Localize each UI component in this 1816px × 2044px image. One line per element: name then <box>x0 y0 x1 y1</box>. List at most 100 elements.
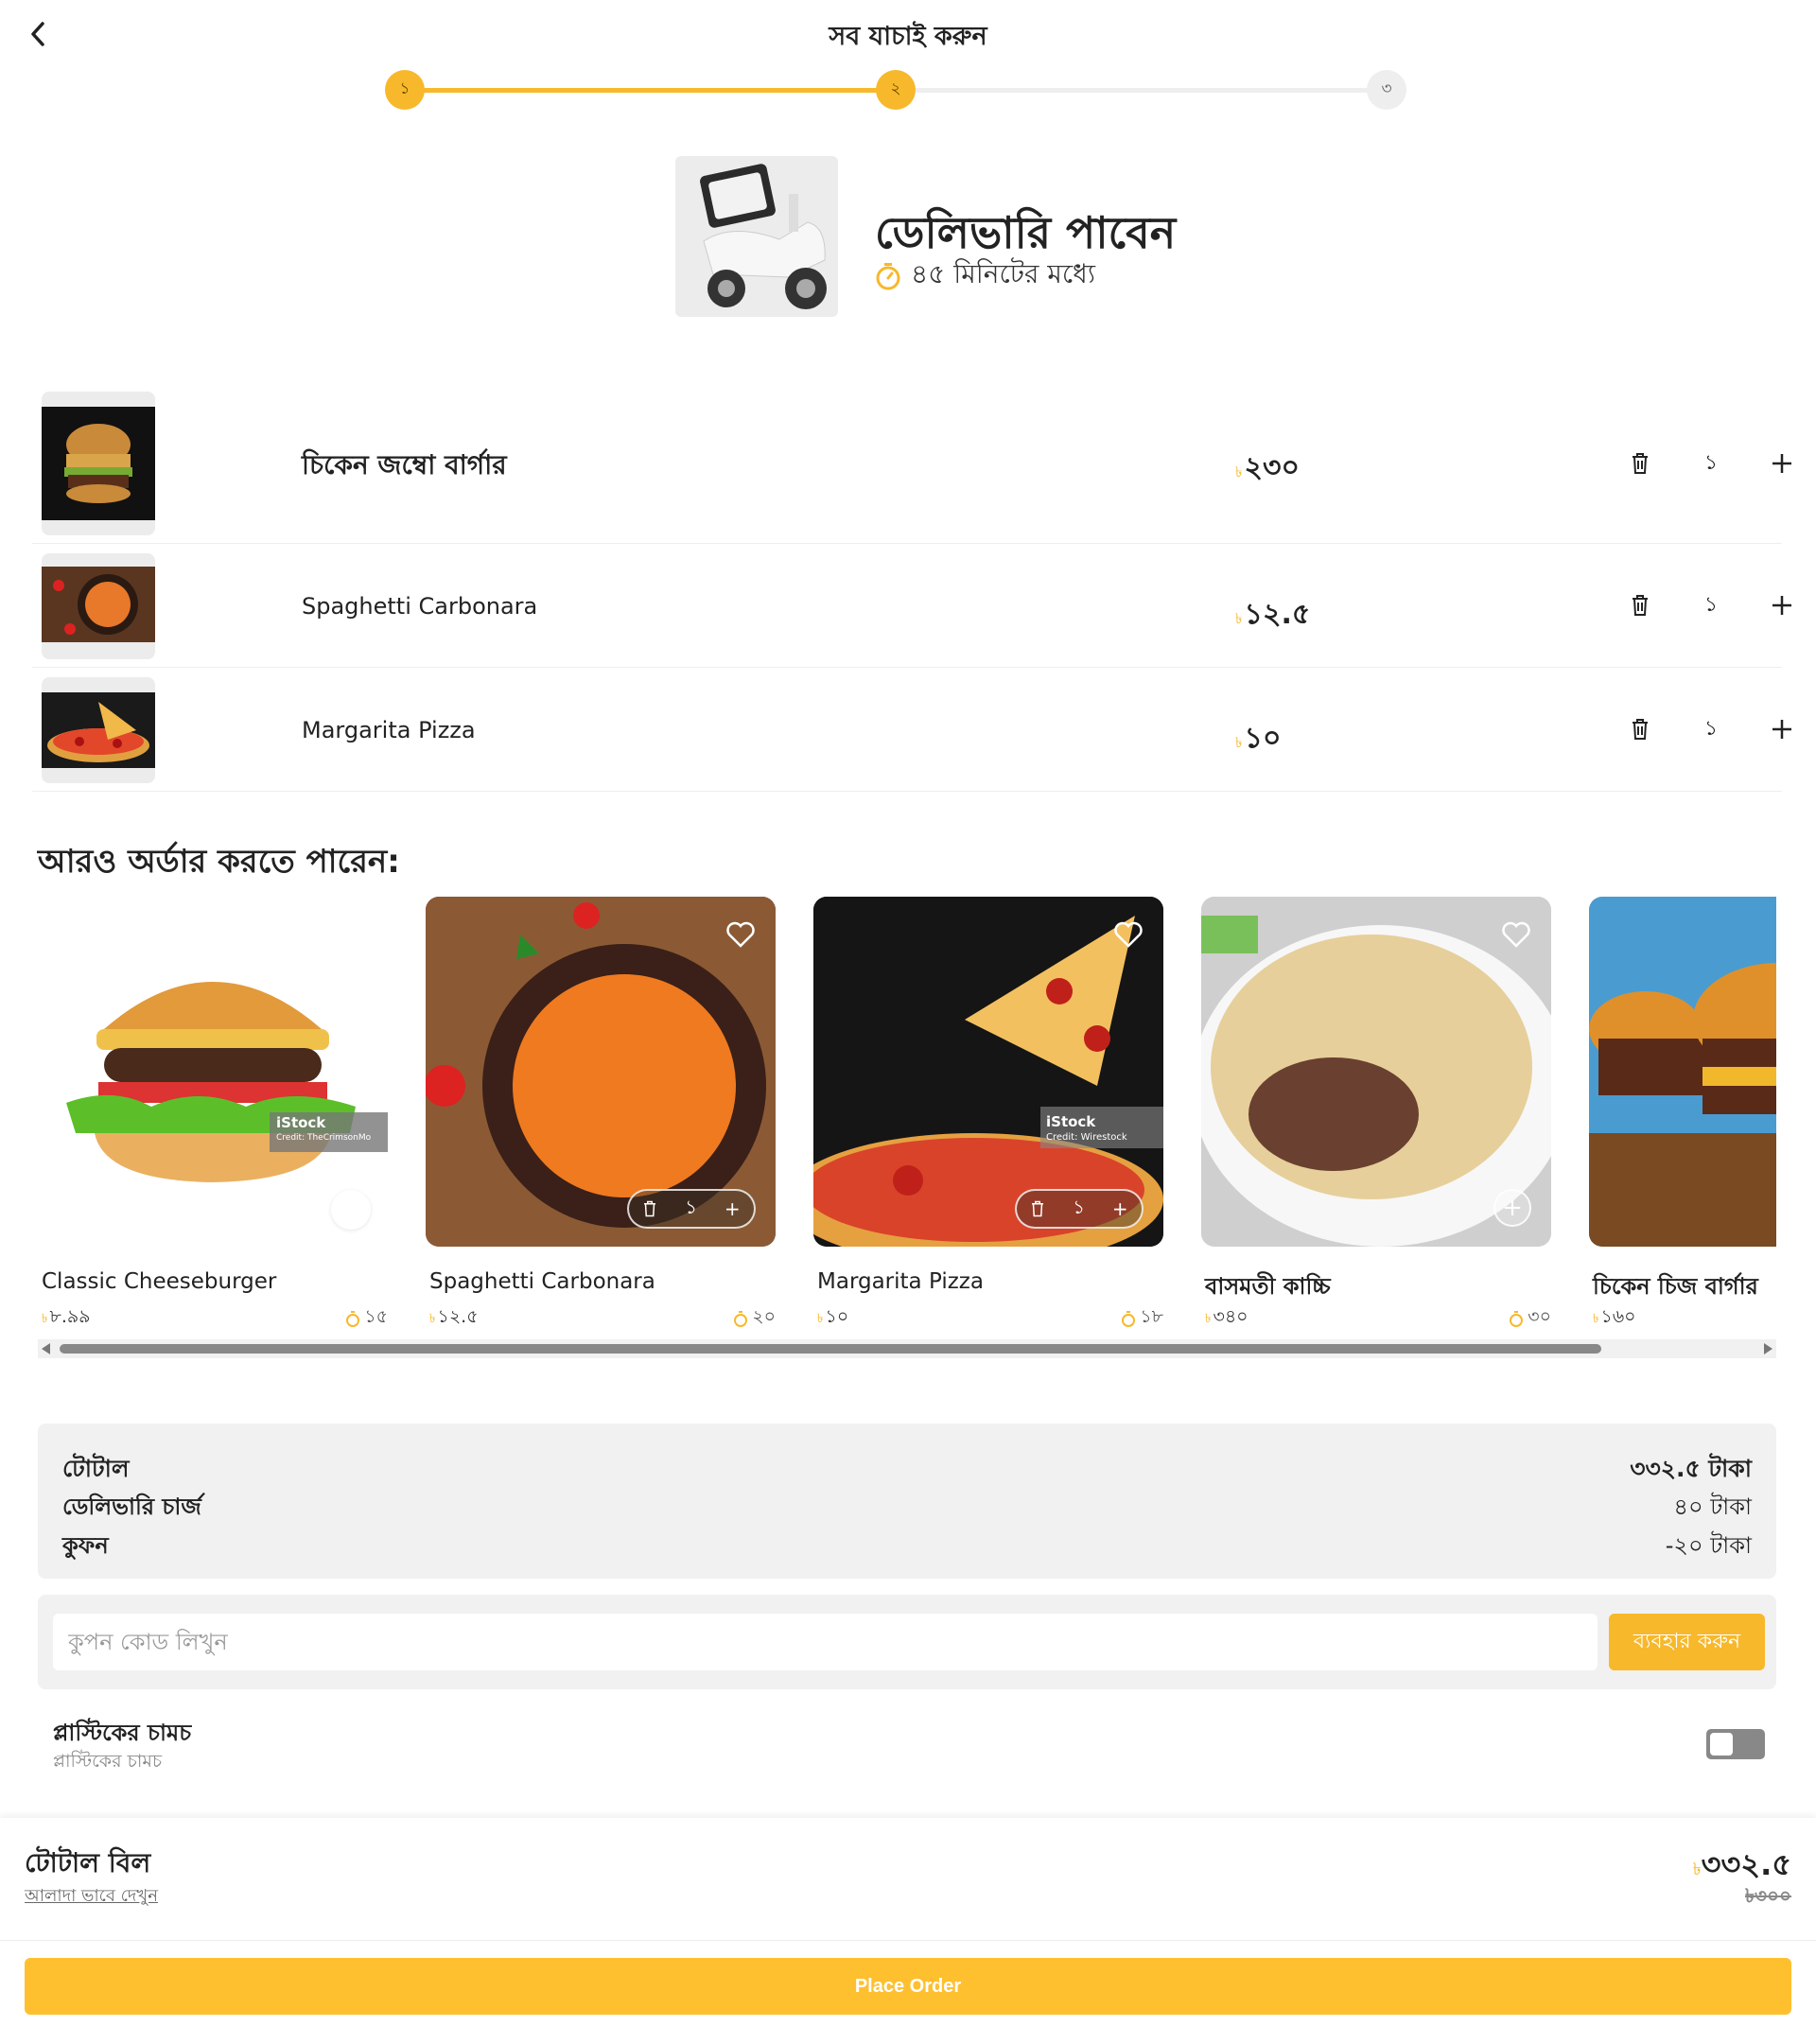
suggestion-name: বাসমতী কাচ্চি <box>1205 1273 1331 1300</box>
suggestion-price: ৳ ১০ <box>817 1303 848 1334</box>
suggestion-time: ২০ <box>733 1303 776 1334</box>
suggestion-time-value: ২০ <box>752 1306 776 1327</box>
place-order-button[interactable]: Place Order <box>25 1958 1791 2015</box>
quantity-value: ১ <box>1703 716 1719 741</box>
suggestion-image: iStock Credit: TheCrimsonMo <box>38 897 388 1247</box>
view-breakdown-link[interactable]: আলাদা ভাবে দেখুন <box>25 1882 158 1912</box>
heart-icon[interactable] <box>726 921 755 948</box>
suggestion-price-value: ৮.৯৯ <box>49 1306 91 1327</box>
suggestion-price-value: ১০ <box>825 1306 849 1327</box>
currency-symbol: ৳ <box>1205 1312 1212 1326</box>
original-price: ৳৩০০ <box>1745 1884 1791 1907</box>
step-3: ৩ <box>1367 70 1406 110</box>
stopwatch-icon <box>346 1310 360 1327</box>
quantity-value: ১ <box>1703 592 1719 617</box>
suggestion-name: Spaghetti Carbonara <box>429 1269 655 1294</box>
increase-button[interactable] <box>1763 586 1801 624</box>
suggestion-time-value: ১৫ <box>364 1306 388 1327</box>
summary-coupon-label: কুফন <box>62 1532 109 1559</box>
trash-icon <box>1633 719 1648 740</box>
heart-icon[interactable] <box>1114 921 1143 948</box>
summary-delivery-value: ৪০ টাকা <box>1673 1494 1752 1520</box>
step-1: ১ <box>385 70 425 110</box>
quantity-stepper: ১ <box>1621 710 1801 748</box>
currency-symbol: ৳ <box>1692 1860 1702 1879</box>
step-2: ২ <box>876 70 916 110</box>
stopwatch-icon <box>1510 1310 1524 1327</box>
suggestion-price-value: ১২.৫ <box>437 1306 479 1327</box>
plus-icon[interactable]: + <box>725 1197 741 1220</box>
scroll-left-icon[interactable] <box>42 1343 51 1354</box>
suggestion-price: ৳ ১৬০ <box>1593 1303 1636 1334</box>
suggestion-price: ৳ ৩৪০ <box>1205 1303 1248 1334</box>
trash-icon <box>1633 453 1648 474</box>
suggestion-time: ১৫ <box>345 1303 388 1334</box>
step-line-pending <box>896 88 1388 93</box>
quantity-value: ১ <box>685 1195 698 1218</box>
stopwatch-icon <box>876 262 900 289</box>
increase-button[interactable] <box>1763 710 1801 748</box>
plus-icon[interactable]: + <box>1112 1197 1128 1220</box>
scroll-right-icon[interactable] <box>1763 1343 1772 1354</box>
total-bill-value: ৩৩২.৫ <box>1701 1846 1791 1882</box>
increase-button[interactable] <box>1763 445 1801 482</box>
delivery-time: ৪৫ মিনিটের মধ্যে <box>875 253 1095 298</box>
spoon-toggle[interactable] <box>1706 1729 1765 1759</box>
suggestion-image <box>1589 897 1776 1247</box>
currency-symbol: ৳ <box>1593 1312 1599 1326</box>
suggestion-price-value: ১৬০ <box>1600 1306 1636 1327</box>
summary-total-value: ৩৩২.৫ টাকা <box>1630 1455 1752 1482</box>
stopwatch-icon <box>1122 1310 1136 1327</box>
add-button[interactable] <box>331 1190 371 1230</box>
apply-coupon-button[interactable]: ব্যবহার করুন <box>1609 1614 1765 1670</box>
cart-item-price-value: ২৩০ <box>1244 451 1301 484</box>
heart-icon[interactable] <box>1502 921 1530 948</box>
suggestion-price: ৳ ১২.৫ <box>429 1303 479 1334</box>
delete-button[interactable] <box>1621 586 1659 624</box>
stopwatch-icon <box>734 1310 748 1327</box>
suggestion-name: Classic Cheeseburger <box>42 1269 277 1294</box>
currency-symbol: ৳ <box>1235 734 1243 751</box>
trash-icon[interactable] <box>642 1200 657 1217</box>
cart-item: Spaghetti Carbonara ৳১২.৫ ১ <box>32 544 1791 668</box>
horizontal-scrollbar[interactable] <box>38 1339 1776 1358</box>
step-line-complete <box>404 88 896 93</box>
trash-icon[interactable] <box>1030 1200 1045 1217</box>
cart-item: Margarita Pizza ৳১০ ১ <box>32 668 1791 792</box>
suggestion-image: iStock Credit: Wirestock ১ + <box>813 897 1163 1247</box>
suggestion-price: ৳ ৮.৯৯ <box>42 1303 91 1334</box>
cart-item-price-value: ১০ <box>1244 722 1282 755</box>
watermark-text: iStock <box>1046 1113 1096 1130</box>
cart-item-image <box>42 392 155 535</box>
delete-button[interactable] <box>1621 710 1659 748</box>
cart-item-name: Spaghetti Carbonara <box>302 593 538 620</box>
quantity-stepper: ১ + <box>1015 1189 1144 1229</box>
summary-total-label: টোটাল <box>62 1455 130 1482</box>
progress-stepper: ১ ২ ৩ <box>385 70 1406 110</box>
suggestion-image: + <box>1201 897 1551 1247</box>
cart-item-price: ৳১০ <box>1235 715 1281 763</box>
currency-symbol: ৳ <box>42 1312 48 1326</box>
scroll-thumb[interactable] <box>60 1344 1601 1354</box>
cart-item-price: ৳২৩০ <box>1235 445 1300 493</box>
watermark-credit: Credit: TheCrimsonMo <box>276 1133 372 1143</box>
summary-total-row: টোটাল ৩৩২.৫ টাকা <box>62 1450 1752 1491</box>
delete-button[interactable] <box>1621 445 1659 482</box>
watermark-text: iStock <box>276 1114 326 1131</box>
watermark-credit: Credit: Wirestock <box>1046 1132 1127 1143</box>
summary-delivery-row: ডেলিভারি চার্জ ৪০ টাকা <box>62 1490 1752 1528</box>
trash-icon <box>1633 595 1648 616</box>
suggestion-time: ১৮ <box>1121 1303 1163 1334</box>
currency-symbol: ৳ <box>429 1312 436 1326</box>
add-button[interactable]: + <box>1493 1189 1531 1227</box>
summary-coupon-row: কুফন -২০ টাকা <box>62 1529 1752 1566</box>
suggestion-time-value: ১৮ <box>1140 1306 1163 1327</box>
currency-symbol: ৳ <box>1235 463 1243 480</box>
suggestion-name: চিকেন চিজ বার্গার <box>1593 1273 1758 1300</box>
suggestion-name: Margarita Pizza <box>817 1269 984 1294</box>
suggestions-carousel[interactable]: iStock Credit: TheCrimsonMo Classic Chee… <box>38 897 1776 1341</box>
currency-symbol: ৳ <box>817 1312 824 1326</box>
quantity-value: ১ <box>1073 1195 1086 1218</box>
page-title: সব যাচাই করুন <box>829 22 987 51</box>
coupon-input[interactable] <box>53 1614 1598 1670</box>
